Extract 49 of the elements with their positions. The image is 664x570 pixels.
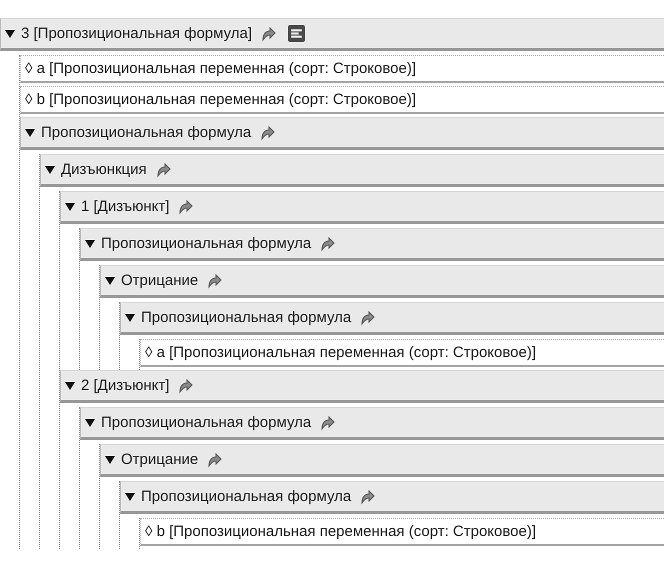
- tree-node-header[interactable]: Отрицание: [100, 265, 664, 298]
- tree-node-header[interactable]: 2 [Дизъюнкт]: [60, 370, 664, 403]
- tree-node-header[interactable]: Пропозициональная формула: [20, 117, 664, 150]
- tree-node-header[interactable]: Отрицание: [100, 444, 664, 477]
- node-label: Пропозициональная формула: [41, 124, 252, 141]
- collapse-triangle-icon[interactable]: [85, 418, 95, 428]
- node-label: Отрицание: [121, 451, 198, 468]
- tree-leaf[interactable]: ◊ a [Пропозициональная переменная (сорт: Строковое)]: [20, 55, 664, 83]
- curved-arrow-icon[interactable]: [206, 272, 222, 288]
- curved-arrow-icon[interactable]: [359, 488, 376, 504]
- tree-leaf[interactable]: ◊ a [Пропозициональная переменная (сорт: Строковое)]: [140, 339, 664, 367]
- tree-leaf[interactable]: ◊ b [Пропозициональная переменная (сорт: Строковое)]: [20, 86, 664, 114]
- list-icon[interactable]: [288, 25, 306, 42]
- curved-arrow-icon[interactable]: [259, 124, 276, 140]
- node-label: Пропозициональная формула: [101, 235, 312, 252]
- node-label: Пропозициональная формула: [141, 488, 352, 505]
- tree-node-header[interactable]: 1 [Дизъюнкт]: [60, 191, 664, 224]
- curved-arrow-icon[interactable]: [319, 414, 336, 430]
- tree-node-header[interactable]: Пропозициональная формула: [120, 302, 664, 335]
- curved-arrow-icon[interactable]: [154, 162, 171, 178]
- collapse-triangle-icon[interactable]: [125, 312, 135, 322]
- curved-arrow-icon[interactable]: [206, 452, 222, 468]
- tree-node-header[interactable]: Пропозициональная формула: [80, 228, 664, 261]
- node-label: 3 [Пропозициональная формула]: [21, 25, 252, 42]
- collapse-triangle-icon[interactable]: [85, 238, 95, 248]
- tree-leaf[interactable]: ◊ b [Пропозициональная переменная (сорт: Строковое)]: [140, 518, 664, 546]
- collapse-triangle-icon[interactable]: [65, 202, 75, 212]
- tree-node-header[interactable]: Дизъюнкция: [40, 154, 664, 187]
- collapse-triangle-icon[interactable]: [25, 128, 35, 138]
- collapse-triangle-icon[interactable]: [45, 164, 55, 174]
- node-label: Дизъюнкция: [61, 161, 147, 178]
- collapse-triangle-icon[interactable]: [125, 492, 135, 502]
- collapse-triangle-icon[interactable]: [5, 28, 15, 38]
- node-label: 1 [Дизъюнкт]: [81, 198, 170, 215]
- collapse-triangle-icon[interactable]: [105, 276, 115, 286]
- curved-arrow-icon[interactable]: [319, 236, 336, 252]
- node-label: Отрицание: [121, 272, 198, 289]
- tree-node-header[interactable]: 3 [Пропозициональная формула]: [0, 18, 664, 51]
- node-label: Пропозициональная формула: [141, 309, 352, 326]
- node-label: 2 [Дизъюнкт]: [81, 377, 170, 394]
- curved-arrow-icon[interactable]: [260, 26, 276, 42]
- collapse-triangle-icon[interactable]: [65, 380, 75, 390]
- curved-arrow-icon[interactable]: [177, 378, 194, 394]
- tree-node-header[interactable]: Пропозициональная формула: [80, 407, 664, 440]
- tree-node-header[interactable]: Пропозициональная формула: [120, 481, 664, 514]
- curved-arrow-icon[interactable]: [359, 310, 376, 326]
- curved-arrow-icon[interactable]: [177, 198, 194, 214]
- collapse-triangle-icon[interactable]: [105, 454, 115, 464]
- node-label: Пропозициональная формула: [101, 414, 312, 431]
